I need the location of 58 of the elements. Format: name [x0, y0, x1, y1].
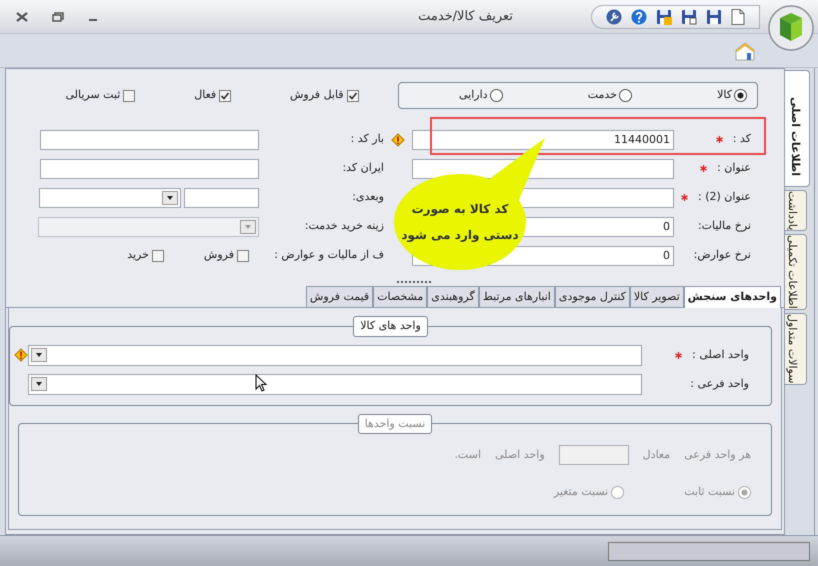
cursor-icon [255, 374, 267, 392]
radio-button[interactable] [490, 89, 503, 102]
label-text: هر واحد فرعی [684, 446, 751, 463]
field-label: عنوان (2) : [698, 189, 751, 206]
help-icon[interactable] [631, 8, 647, 24]
text-field[interactable] [184, 188, 259, 208]
house-icon[interactable] [734, 40, 756, 60]
radio-label: خدمت [588, 87, 617, 104]
group-title: واحد های کالا [353, 316, 428, 336]
side-tab[interactable]: اطلاعات اصلی [784, 70, 810, 188]
checkbox[interactable] [346, 90, 359, 102]
radio-label: نسبت ثابت [684, 484, 735, 500]
checkbox-label: خرید [127, 247, 149, 264]
field-label: نرخ عوارض: [694, 247, 751, 264]
side-tab[interactable]: یادداشت [785, 190, 807, 232]
text-field[interactable] [40, 158, 259, 178]
wrench-icon[interactable] [606, 8, 622, 24]
radio-label: نسبت متغیر [554, 484, 608, 500]
field-label: نرخ مالیات: [698, 218, 751, 234]
field-label: عنوان : [717, 160, 751, 176]
text-field[interactable]: 11440001 [412, 130, 674, 150]
field-label: ف از مالیات و عوارض : [273, 247, 384, 264]
field-label: واحد اصلی : [692, 346, 749, 363]
checkbox-label: قابل فروش [290, 87, 344, 104]
checkbox[interactable] [237, 250, 249, 262]
radio-button[interactable] [734, 89, 747, 102]
radio-button[interactable] [618, 89, 632, 102]
checkbox-label: فروش [204, 247, 234, 264]
side-tab[interactable]: سوالات متداول [785, 313, 807, 385]
checkbox[interactable] [152, 250, 164, 262]
tab[interactable]: قیمت فروش [306, 286, 374, 307]
field-label: بار کد : [350, 131, 384, 148]
tab[interactable]: واحدهای سنجش [684, 286, 781, 308]
tab[interactable]: گروهبندی [427, 286, 479, 307]
field-label: ایران کد: [341, 160, 384, 176]
field-label: وبعدی: [351, 189, 384, 206]
tab[interactable]: تصویر کالا [630, 286, 684, 307]
new-document-icon[interactable] [731, 8, 745, 24]
radio-label: کالا [717, 87, 732, 104]
tab[interactable]: کنترل موجودی [554, 286, 630, 307]
tab[interactable]: مشخصات [373, 286, 428, 307]
checkbox[interactable] [123, 90, 136, 102]
radio-label: دارایی [459, 87, 488, 104]
text-field[interactable] [40, 130, 259, 150]
group-title: نسبت واحدها [358, 414, 432, 434]
field-label: واحد فرعی : [690, 376, 749, 392]
logo-icon[interactable] [768, 5, 814, 51]
checkbox-label: فعال [194, 87, 216, 104]
label-text: است. [454, 446, 482, 463]
label-text: واحد اصلی [495, 446, 545, 463]
window-title: تعریف کالا/خدمت [417, 8, 514, 26]
side-tab[interactable]: اطلاعات تکمیلی [785, 234, 807, 310]
checkbox[interactable] [219, 90, 232, 102]
tab[interactable]: انبارهای مرتبط [478, 286, 555, 307]
field-label: زینه خرید خدمت: [304, 218, 384, 234]
checkbox-label: ثبت سریالی [65, 87, 120, 104]
label-text: معادل [642, 446, 670, 463]
field-label: کد : [732, 131, 751, 148]
